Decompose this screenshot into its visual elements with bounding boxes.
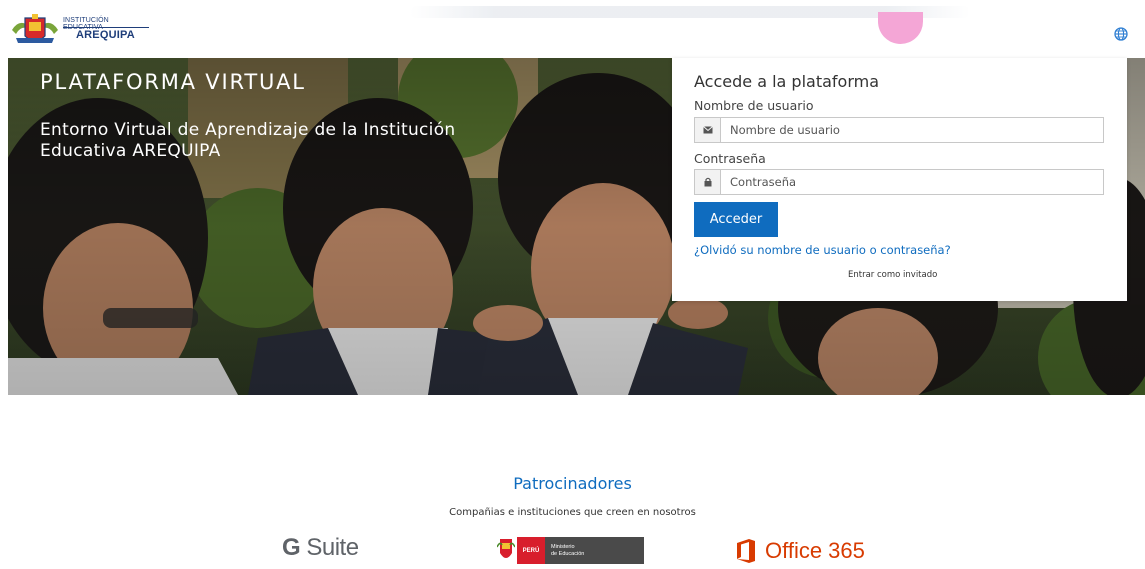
login-button[interactable]: Acceder — [694, 202, 778, 237]
username-input[interactable] — [721, 118, 1103, 142]
decorative-blob — [878, 12, 923, 44]
hero-title: PLATAFORMA VIRTUAL — [40, 70, 306, 94]
office-icon — [737, 539, 755, 563]
lock-icon — [695, 170, 721, 194]
office365-text: Office 365 — [765, 538, 865, 563]
gsuite-rest-text: Suite — [300, 534, 359, 561]
institution-logo[interactable]: INSTITUCIÓN EDUCATIVA AREQUIPA — [10, 12, 150, 48]
sponsors-subtitle: Compañias e instituciones que creen en n… — [449, 507, 696, 518]
minedu-logo[interactable]: PERÚ Ministerio de Educación — [497, 535, 644, 566]
sponsors-title: Patrocinadores — [513, 474, 632, 493]
header: INSTITUCIÓN EDUCATIVA AREQUIPA — [0, 0, 1145, 58]
crest-icon — [12, 14, 58, 43]
envelope-icon — [695, 118, 721, 142]
hero-subtitle: Entorno Virtual de Aprendizaje de la Ins… — [40, 120, 456, 161]
logo-divider — [63, 27, 149, 28]
minedu-line-2: de Educación — [551, 550, 585, 557]
minedu-red-block: PERÚ — [517, 537, 545, 564]
password-input[interactable] — [721, 170, 1103, 194]
password-input-group — [694, 169, 1104, 195]
login-title: Accede a la plataforma — [694, 72, 880, 91]
forgot-password-link[interactable]: ¿Olvidó su nombre de usuario o contraseñ… — [694, 243, 951, 257]
logo-big-text: AREQUIPA — [76, 29, 135, 41]
guest-login-link[interactable]: Entrar como invitado — [848, 270, 937, 280]
gsuite-logo[interactable]: G Suite — [282, 534, 359, 562]
gsuite-bold-text: G — [282, 534, 301, 561]
globe-icon[interactable] — [1114, 27, 1128, 41]
password-label: Contraseña — [694, 151, 766, 166]
login-card: Accede a la plataforma Nombre de usuario… — [672, 58, 1127, 301]
minedu-grey-block: Ministerio de Educación — [545, 537, 644, 564]
office365-logo[interactable]: Office 365 — [735, 536, 865, 566]
username-label: Nombre de usuario — [694, 98, 814, 113]
username-input-group — [694, 117, 1104, 143]
peru-shield-icon — [497, 539, 515, 558]
